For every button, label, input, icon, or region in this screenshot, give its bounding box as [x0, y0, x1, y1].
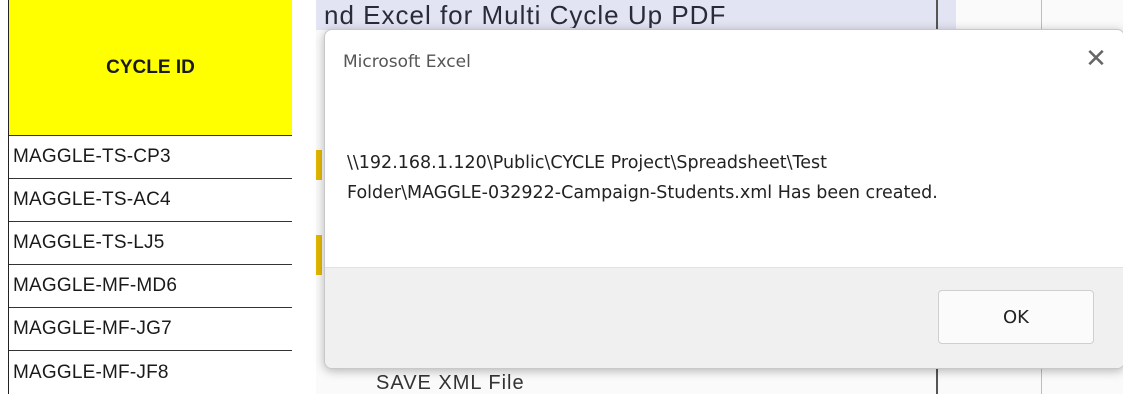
- ok-button[interactable]: OK: [938, 290, 1094, 344]
- column-header-cycle-id[interactable]: CYCLE ID: [9, 0, 292, 136]
- dialog-title: Microsoft Excel: [343, 52, 471, 72]
- table-cell[interactable]: MAGGLE-TS-CP3: [9, 136, 292, 179]
- cell-list: MAGGLE-TS-CP3 MAGGLE-TS-AC4 MAGGLE-TS-LJ…: [9, 136, 292, 394]
- background-button-fragment: SAVE XML File: [376, 372, 525, 394]
- table-cell[interactable]: MAGGLE-TS-AC4: [9, 179, 292, 222]
- table-cell[interactable]: MAGGLE-MF-MD6: [9, 265, 292, 308]
- background-text-fragment: nd Excel for Multi Cycle Up PDF: [324, 0, 727, 28]
- background-shape-edge: [316, 150, 322, 180]
- table-cell[interactable]: MAGGLE-TS-LJ5: [9, 222, 292, 265]
- table-cell[interactable]: MAGGLE-MF-JF8: [9, 351, 292, 394]
- close-icon: ✕: [1085, 42, 1107, 73]
- spreadsheet-column: CYCLE ID MAGGLE-TS-CP3 MAGGLE-TS-AC4 MAG…: [0, 0, 310, 394]
- message-line: \\192.168.1.120\Public\CYCLE Project\Spr…: [347, 153, 827, 173]
- dialog-message: \\192.168.1.120\Public\CYCLE Project\Spr…: [347, 148, 1087, 208]
- close-button[interactable]: ✕: [1076, 38, 1116, 78]
- message-dialog: Microsoft Excel ✕ \\192.168.1.120\Public…: [324, 29, 1123, 369]
- table-cell[interactable]: MAGGLE-MF-JG7: [9, 308, 292, 351]
- background-shape-strip: nd Excel for Multi Cycle Up PDF: [316, 0, 956, 30]
- background-shape-edge: [316, 235, 322, 275]
- dialog-footer: OK: [325, 267, 1123, 368]
- message-line: Folder\MAGGLE-032922-Campaign-Students.x…: [347, 183, 938, 203]
